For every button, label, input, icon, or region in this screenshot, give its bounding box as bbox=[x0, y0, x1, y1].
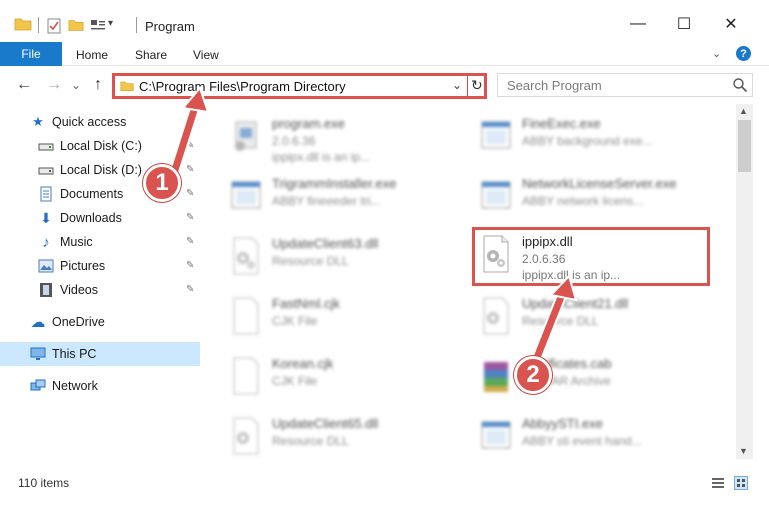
annotation-arrows bbox=[169, 86, 578, 366]
arrow-2 bbox=[530, 274, 578, 366]
arrow-1 bbox=[169, 86, 210, 176]
step-callout-1: 1 bbox=[143, 164, 181, 202]
step-callout-2: 2 bbox=[514, 356, 552, 394]
